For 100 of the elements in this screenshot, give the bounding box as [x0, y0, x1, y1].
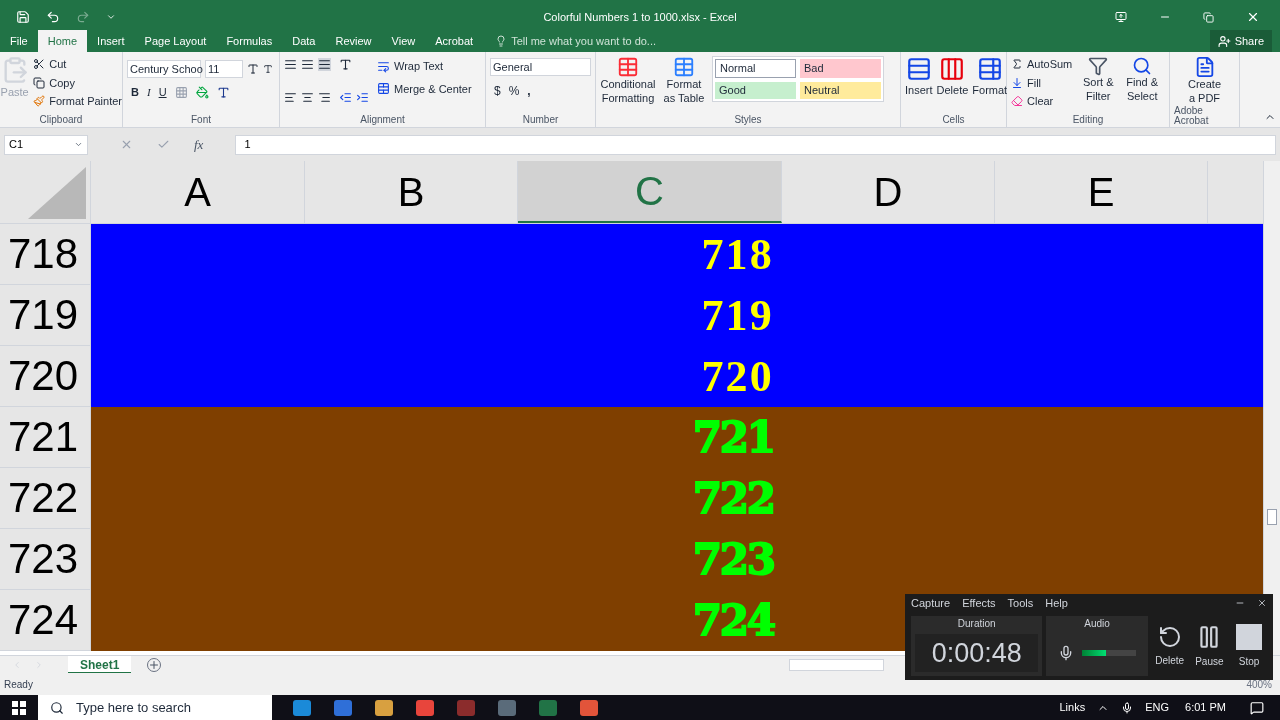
- insert-function-button[interactable]: fx: [194, 134, 204, 155]
- row-header[interactable]: 720: [0, 346, 91, 407]
- cells-button[interactable]: Insert: [905, 56, 933, 115]
- ribbon-tab[interactable]: File: [0, 30, 38, 52]
- taskbar-search-field[interactable]: Type here to search: [38, 695, 272, 720]
- clock-time: 6:01 PM: [1185, 700, 1226, 716]
- row-header[interactable]: 724: [0, 590, 91, 651]
- percent-button[interactable]: %: [508, 82, 520, 100]
- close-icon[interactable]: [1257, 598, 1267, 608]
- app-icon[interactable]: [292, 698, 312, 717]
- bottom-align-icon[interactable]: [318, 58, 331, 71]
- eraser-icon: [1011, 95, 1023, 108]
- currency-button[interactable]: $: [494, 82, 501, 100]
- cells-button[interactable]: Delete: [936, 56, 969, 115]
- italic-button[interactable]: I: [146, 84, 151, 101]
- menu-item[interactable]: Effects: [962, 594, 996, 612]
- bold-button[interactable]: B: [131, 84, 139, 101]
- underline-button[interactable]: U: [158, 84, 167, 101]
- app-icon[interactable]: [497, 698, 517, 717]
- merge-center-button[interactable]: Merge & Center: [377, 80, 472, 97]
- zoom-level: 400%: [1246, 677, 1272, 692]
- row-header[interactable]: 722: [0, 468, 91, 529]
- ribbon-tab[interactable]: Formulas: [216, 30, 283, 52]
- column-header[interactable]: D: [782, 161, 995, 223]
- sheet-tab[interactable]: Sheet1: [68, 655, 132, 674]
- app-icon[interactable]: [415, 698, 435, 717]
- ribbon-tab[interactable]: Home: [37, 30, 88, 52]
- create-pdf-button[interactable]: Create a PDF: [1184, 56, 1225, 106]
- row-header[interactable]: 723: [0, 529, 91, 590]
- save-icon[interactable]: [16, 10, 30, 24]
- recorder-button[interactable]: Pause: [1191, 616, 1228, 676]
- ribbon-tab[interactable]: Insert: [87, 30, 135, 52]
- column-header[interactable]: A: [91, 161, 305, 223]
- font-size-field[interactable]: 11: [205, 60, 243, 78]
- decrease-indent-icon[interactable]: [339, 90, 352, 104]
- ribbon-tab[interactable]: Page Layout: [134, 30, 217, 52]
- font-name-field[interactable]: Century Schoo: [127, 60, 201, 78]
- customize-icon[interactable]: [106, 12, 116, 22]
- ribbon-tab[interactable]: View: [381, 30, 426, 52]
- links-toolbar[interactable]: Links: [1059, 699, 1086, 716]
- autosum-button[interactable]: AutoSum: [1011, 56, 1073, 73]
- comma-button[interactable]: ,: [527, 82, 531, 100]
- conditional-formatting-button[interactable]: Conditional Formatting: [600, 56, 656, 115]
- ribbon-display-icon[interactable]: [1115, 11, 1127, 23]
- formula-field[interactable]: 1: [235, 134, 1276, 155]
- restore-icon[interactable]: [1203, 11, 1214, 23]
- middle-align-icon[interactable]: [301, 58, 314, 71]
- recorder-button[interactable]: Stop: [1231, 616, 1267, 676]
- app-icon[interactable]: [333, 698, 353, 717]
- menu-item[interactable]: Tools: [1007, 594, 1034, 612]
- close-icon[interactable]: [1246, 10, 1260, 24]
- ribbon-tab[interactable]: Acrobat: [425, 30, 484, 52]
- wrap-text-icon: [377, 59, 390, 73]
- cell-value: 724: [692, 599, 774, 642]
- column-header[interactable]: E: [995, 161, 1208, 223]
- font-color-icon[interactable]: [216, 85, 230, 99]
- cell-style[interactable]: Neutral: [800, 82, 881, 99]
- enter-icon: [157, 138, 170, 151]
- align-right-icon[interactable]: [318, 90, 331, 104]
- ribbon-tab[interactable]: Data: [282, 30, 326, 52]
- clear-button[interactable]: Clear: [1011, 93, 1073, 110]
- number-format-field[interactable]: General: [490, 58, 591, 76]
- row-header[interactable]: 718: [0, 224, 91, 285]
- top-align-icon[interactable]: [284, 58, 297, 71]
- find-select-button[interactable]: Find & Select: [1124, 56, 1161, 115]
- app-icon[interactable]: [374, 698, 394, 717]
- column-header[interactable]: C: [518, 161, 782, 223]
- group-label: Adobe Acrobat: [1174, 105, 1210, 126]
- cell-style[interactable]: Good: [715, 82, 796, 99]
- recorder-button[interactable]: Delete: [1151, 616, 1188, 676]
- name-box[interactable]: C1: [4, 134, 88, 155]
- format-painter-button[interactable]: Format Painter: [33, 93, 122, 110]
- microphone-icon[interactable]: [1121, 701, 1134, 714]
- ribbon-tab[interactable]: Review: [325, 30, 382, 52]
- cell-style[interactable]: Normal: [715, 59, 796, 78]
- align-left-icon[interactable]: [284, 90, 297, 104]
- row-header[interactable]: 721: [0, 407, 91, 468]
- start-icon[interactable]: [12, 700, 26, 715]
- format-as-table-button[interactable]: Format as Table: [660, 56, 708, 115]
- app-icon[interactable]: [579, 698, 599, 717]
- share-button[interactable]: Share: [1209, 30, 1272, 52]
- search-icon: [1132, 56, 1153, 76]
- cell-style[interactable]: Bad: [800, 59, 881, 78]
- undo-icon[interactable]: [46, 10, 60, 24]
- fill-color-icon[interactable]: [195, 85, 209, 99]
- sort-filter-button[interactable]: Sort & Filter: [1080, 56, 1117, 115]
- cut-button[interactable]: Cut: [33, 56, 122, 73]
- tell-me-field[interactable]: Tell me what you want to do...: [511, 32, 657, 50]
- wrap-text-button[interactable]: Wrap Text: [377, 58, 472, 75]
- cells-button[interactable]: Format: [972, 56, 1008, 115]
- menu-item[interactable]: Capture: [911, 594, 951, 612]
- increase-indent-icon[interactable]: [356, 90, 369, 104]
- stop-icon: [1236, 623, 1263, 650]
- notifications-icon[interactable]: [1250, 700, 1264, 715]
- align-center-icon[interactable]: [301, 90, 314, 104]
- menu-item[interactable]: Help: [1045, 594, 1068, 612]
- fill-button[interactable]: Fill: [1011, 74, 1073, 91]
- row-header[interactable]: 719: [0, 285, 91, 346]
- copy-button[interactable]: Copy: [33, 74, 122, 91]
- cancel-icon: [120, 138, 133, 151]
